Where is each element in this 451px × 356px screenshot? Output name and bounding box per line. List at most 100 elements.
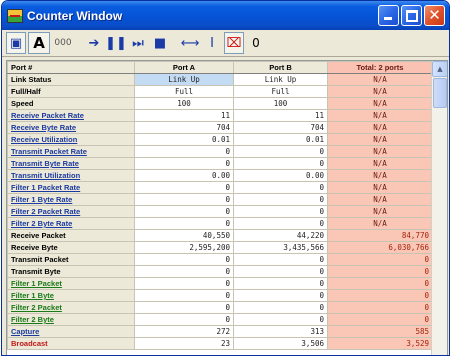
table-row[interactable]: Speed 100 100 N/A: [7, 97, 433, 110]
port-b-value: 0.00: [233, 169, 328, 182]
pause-icon: ❚❚: [105, 35, 127, 51]
port-a-value: 0: [134, 313, 234, 326]
counter-label[interactable]: Filter 1 Packet Rate: [7, 181, 135, 194]
port-b-value: 100: [233, 97, 328, 110]
table-row[interactable]: Filter 2 Packet 0 0 0: [7, 301, 433, 314]
fit-height-icon: I: [210, 35, 214, 51]
port-a-value: 0: [134, 193, 234, 206]
table-row[interactable]: Filter 1 Byte 0 0 0: [7, 289, 433, 302]
stop-button[interactable]: ■: [150, 32, 170, 54]
table-row[interactable]: Transmit Packet 0 0 0: [7, 253, 433, 266]
port-b-value: 0: [233, 205, 328, 218]
port-b-value: 0: [233, 145, 328, 158]
close-button[interactable]: ✕: [424, 5, 445, 26]
table-row[interactable]: Transmit Packet Rate 0 0 N/A: [7, 145, 433, 158]
table-row[interactable]: Filter 1 Packet 0 0 0: [7, 277, 433, 290]
port-a-value: 11: [134, 109, 234, 122]
port-b-value: 0: [233, 301, 328, 314]
counter-label[interactable]: Filter 2 Byte: [7, 313, 135, 326]
fast-forward-icon: ⏭: [132, 35, 144, 51]
play-button[interactable]: ➔: [84, 32, 104, 54]
port-a-value: 0: [134, 205, 234, 218]
font-button[interactable]: A: [28, 32, 50, 54]
counter-label[interactable]: Capture: [7, 325, 135, 338]
table-row[interactable]: Receive Packet Rate 11 11 N/A: [7, 109, 433, 122]
column-header-port-a[interactable]: Port A: [134, 61, 234, 74]
counter-label[interactable]: Filter 1 Packet: [7, 277, 135, 290]
fast-forward-button[interactable]: ⏭: [128, 32, 148, 54]
stop-icon: ■: [153, 35, 167, 51]
counter-label[interactable]: Speed: [7, 97, 135, 110]
counter-label[interactable]: Transmit Packet Rate: [7, 145, 135, 158]
total-value: 0: [327, 265, 433, 278]
minimize-button[interactable]: [378, 5, 399, 26]
counter-label[interactable]: Broadcast: [7, 337, 135, 350]
table-row[interactable]: Transmit Byte Rate 0 0 N/A: [7, 157, 433, 170]
column-header-total[interactable]: Total: 2 ports: [327, 61, 433, 74]
table-row[interactable]: Receive Utilization 0.01 0.01 N/A: [7, 133, 433, 146]
counter-label[interactable]: Full/Half: [7, 85, 135, 98]
table-row[interactable]: Link Status Link Up Link Up N/A: [7, 73, 433, 86]
table-row[interactable]: Filter 1 Packet Rate 0 0 N/A: [7, 181, 433, 194]
table-row[interactable]: Capture 272 313 585: [7, 325, 433, 338]
scroll-thumb[interactable]: [433, 78, 447, 108]
title-bar[interactable]: Counter Window ✕: [2, 1, 449, 30]
reset-zero-button[interactable]: 0: [246, 32, 266, 54]
table-row[interactable]: Receive Byte Rate 704 704 N/A: [7, 121, 433, 134]
table-row[interactable]: Full/Half Full Full N/A: [7, 85, 433, 98]
table-row[interactable]: Broadcast 23 3,506 3,529: [7, 337, 433, 350]
total-value: N/A: [327, 181, 433, 194]
port-a-value: 2,595,200: [134, 241, 234, 254]
counter-label[interactable]: Receive Packet Rate: [7, 109, 135, 122]
column-header-port-b[interactable]: Port B: [233, 61, 328, 74]
table-row[interactable]: Filter 1 Byte Rate 0 0 N/A: [7, 193, 433, 206]
counter-label[interactable]: Filter 2 Packet Rate: [7, 205, 135, 218]
table-row[interactable]: Receive Byte 2,595,200 3,435,566 6,030,766: [7, 241, 433, 254]
clear-button[interactable]: ⌧: [224, 32, 244, 54]
counter-label[interactable]: Receive Byte Rate: [7, 121, 135, 134]
counter-label[interactable]: Link Status: [7, 73, 135, 86]
port-a-value: 40,550: [134, 229, 234, 242]
total-value: N/A: [327, 169, 433, 182]
column-header-port[interactable]: Port #: [7, 61, 135, 74]
counter-label[interactable]: Receive Packet: [7, 229, 135, 242]
port-b-value: 11: [233, 109, 328, 122]
decimal-button[interactable]: 000: [52, 32, 74, 54]
fit-width-button[interactable]: ⟷: [180, 32, 200, 54]
play-icon: ➔: [88, 35, 100, 51]
window-title: Counter Window: [27, 8, 123, 23]
counter-label[interactable]: Filter 2 Packet: [7, 301, 135, 314]
port-b-value: 313: [233, 325, 328, 338]
port-a-value: 704: [134, 121, 234, 134]
counter-label[interactable]: Receive Utilization: [7, 133, 135, 146]
table-row[interactable]: Filter 2 Byte 0 0 0: [7, 313, 433, 326]
counter-window: Counter Window ✕ ▣ A 000 ➔ ❚❚ ⏭ ■ ⟷ I ⌧ …: [1, 0, 450, 356]
fit-height-button[interactable]: I: [202, 32, 222, 54]
maximize-icon: [406, 10, 418, 22]
counter-label[interactable]: Transmit Packet: [7, 253, 135, 266]
counter-label[interactable]: Transmit Utilization: [7, 169, 135, 182]
snapshot-button[interactable]: ▣: [6, 32, 26, 54]
port-b-value: 0: [233, 193, 328, 206]
port-a-value: 0: [134, 157, 234, 170]
total-value: N/A: [327, 217, 433, 230]
counter-label[interactable]: Transmit Byte Rate: [7, 157, 135, 170]
fit-width-icon: ⟷: [180, 35, 200, 51]
port-b-value: 0: [233, 265, 328, 278]
counter-label[interactable]: Filter 1 Byte Rate: [7, 193, 135, 206]
counter-label[interactable]: Transmit Byte: [7, 265, 135, 278]
table-row[interactable]: Receive Packet 40,550 44,220 84,770: [7, 229, 433, 242]
table-row[interactable]: Filter 2 Packet Rate 0 0 N/A: [7, 205, 433, 218]
table-row[interactable]: Filter 2 Byte Rate 0 0 N/A: [7, 217, 433, 230]
table-row[interactable]: Transmit Byte 0 0 0: [7, 265, 433, 278]
counter-label[interactable]: Receive Byte: [7, 241, 135, 254]
table-row[interactable]: Transmit Utilization 0.00 0.00 N/A: [7, 169, 433, 182]
total-value: N/A: [327, 157, 433, 170]
counter-label[interactable]: Filter 2 Byte Rate: [7, 217, 135, 230]
vertical-scrollbar[interactable]: ▲: [431, 61, 447, 355]
maximize-button[interactable]: [401, 5, 422, 26]
counter-label[interactable]: Filter 1 Byte: [7, 289, 135, 302]
pause-button[interactable]: ❚❚: [105, 32, 127, 54]
total-value: N/A: [327, 85, 433, 98]
scroll-up-button[interactable]: ▲: [432, 61, 447, 77]
